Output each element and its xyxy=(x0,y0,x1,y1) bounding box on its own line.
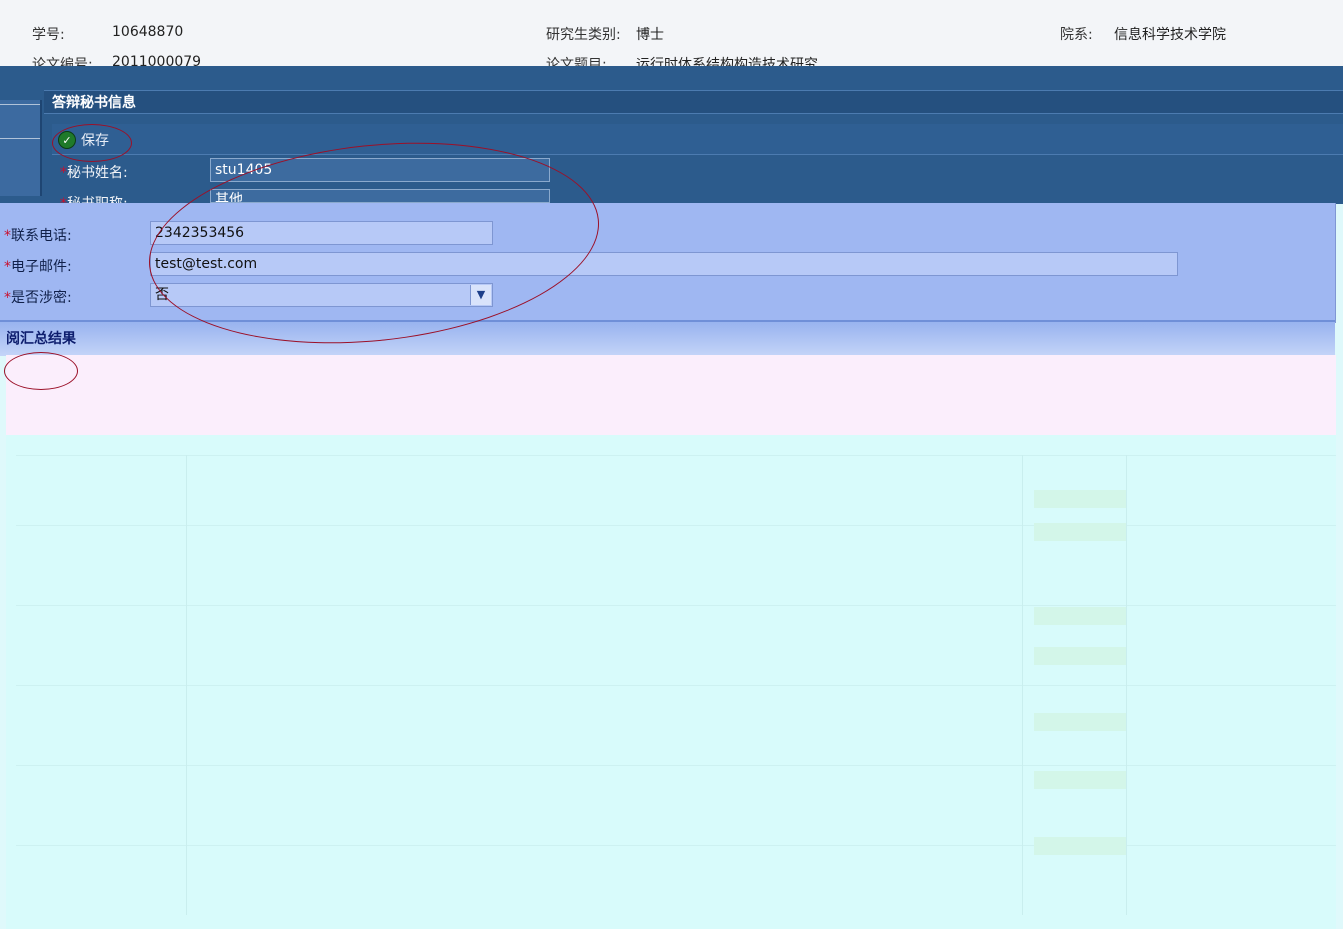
student-id-value: 10648870 xyxy=(112,24,184,40)
side-strip xyxy=(0,100,42,196)
grad-type-value: 博士 xyxy=(636,27,664,43)
secret-select-value: 否 xyxy=(155,287,169,303)
strip-divider xyxy=(0,104,40,105)
table-row xyxy=(16,525,1336,526)
student-id-label: 学号: xyxy=(32,27,65,43)
summary-title-bar xyxy=(0,320,1335,356)
check-circle-icon: ✓ xyxy=(58,131,76,149)
status-badge xyxy=(1034,523,1126,541)
phone-label: *联系电话: xyxy=(4,225,72,245)
table-row xyxy=(16,845,1336,846)
dept-label: 院系: xyxy=(1060,27,1093,43)
phone-label-text: 联系电话: xyxy=(11,228,72,244)
secret-label: *是否涉密: xyxy=(4,287,72,307)
save-button-label: 保存 xyxy=(81,133,109,149)
summary-section-title: 阅汇总结果 xyxy=(6,331,76,347)
secretary-name-text: 秘书姓名: xyxy=(67,165,128,181)
secret-label-text: 是否涉密: xyxy=(11,290,72,306)
summary-table-area xyxy=(6,435,1336,929)
status-badge xyxy=(1034,837,1126,855)
table-row xyxy=(16,685,1336,686)
table-column-divider xyxy=(186,455,187,915)
status-badge xyxy=(1034,647,1126,665)
required-mark: * xyxy=(4,228,11,244)
status-badge xyxy=(1034,771,1126,789)
table-row xyxy=(16,605,1336,606)
status-badge xyxy=(1034,490,1126,508)
required-mark: * xyxy=(60,165,67,181)
dept-value: 信息科学技术学院 xyxy=(1114,27,1226,43)
table-row xyxy=(16,765,1336,766)
required-mark: * xyxy=(4,290,11,306)
table-column-divider xyxy=(1126,455,1127,915)
save-button[interactable]: ✓ 保存 xyxy=(58,128,109,152)
secretary-title-select[interactable]: 其他 xyxy=(210,189,550,203)
summary-toolbar-area xyxy=(6,355,1336,435)
secretary-title-value: 其他 xyxy=(215,192,243,203)
table-row xyxy=(16,455,1336,456)
secretary-title-bar xyxy=(44,90,1343,114)
email-label-text: 电子邮件: xyxy=(11,259,72,275)
email-label: *电子邮件: xyxy=(4,256,72,276)
secret-select[interactable]: 否 ▼ xyxy=(150,283,493,307)
table-column-divider xyxy=(1022,455,1023,915)
secretary-name-input[interactable]: stu1405 xyxy=(210,158,550,182)
strip-divider xyxy=(0,138,40,139)
grad-type-label: 研究生类别: xyxy=(546,27,621,43)
status-badge xyxy=(1034,713,1126,731)
secretary-section-title: 答辩秘书信息 xyxy=(52,95,136,111)
chevron-down-icon[interactable]: ▼ xyxy=(470,285,491,305)
status-badge xyxy=(1034,607,1126,625)
required-mark: * xyxy=(4,259,11,275)
email-input[interactable]: test@test.com xyxy=(150,252,1178,276)
secretary-toolbar xyxy=(52,124,1343,155)
phone-input[interactable]: 2342353456 xyxy=(150,221,493,245)
secretary-name-label: *秘书姓名: xyxy=(60,162,128,182)
